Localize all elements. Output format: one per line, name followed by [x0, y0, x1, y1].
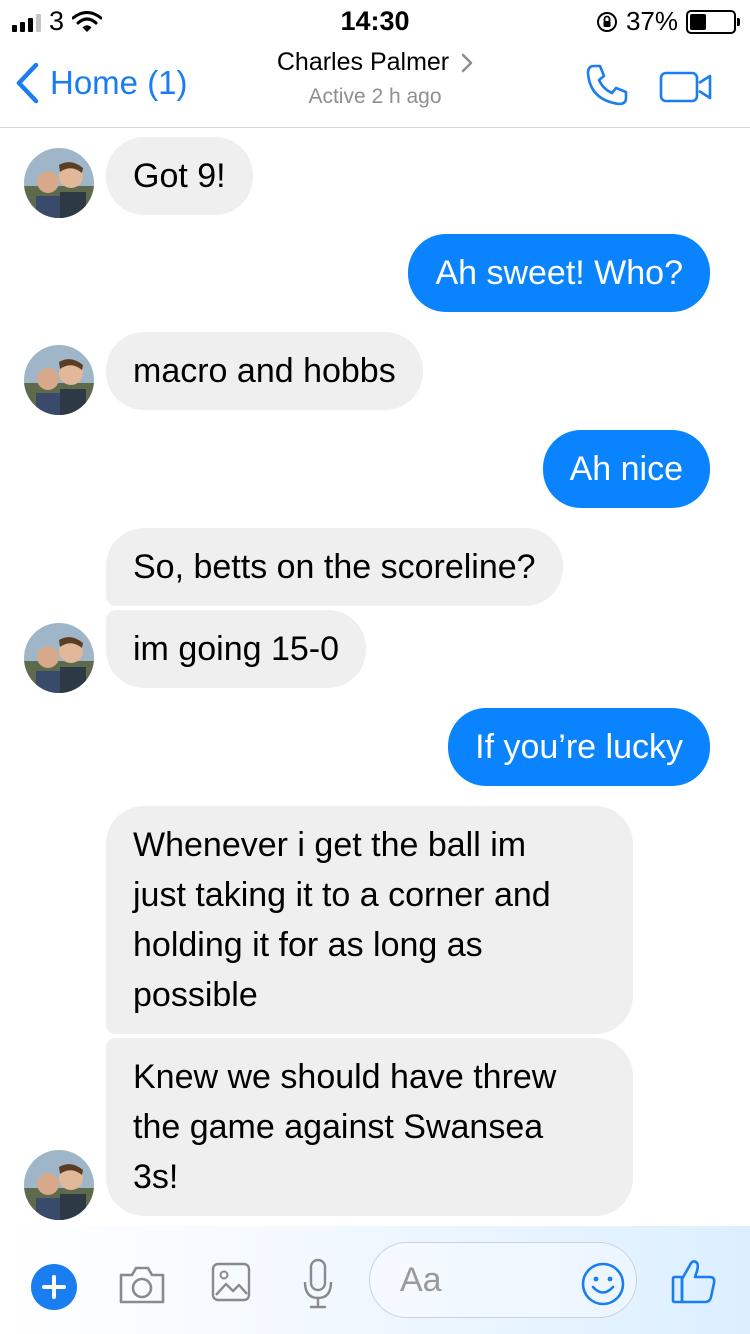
message-line: just taking it to a corner and	[133, 876, 551, 914]
message-line: 3s!	[133, 1158, 179, 1196]
contact-photo-icon	[24, 148, 94, 218]
incoming-message[interactable]: Knew we should have threw the game again…	[106, 1038, 633, 1216]
avatar[interactable]	[24, 148, 94, 218]
message-line: holding it for as long as	[133, 926, 483, 964]
image-icon[interactable]	[211, 1262, 251, 1302]
outgoing-message[interactable]: If you’re lucky	[448, 708, 710, 786]
contact-photo-icon	[24, 1150, 94, 1220]
phone-icon[interactable]	[584, 62, 630, 108]
contact-name-row: Charles Palmer	[277, 48, 473, 77]
battery-fill	[690, 13, 706, 30]
message-line: the game against Swansea	[133, 1108, 544, 1146]
contact-name: Charles Palmer	[276, 48, 450, 76]
incoming-message[interactable]: macro and hobbs	[106, 332, 423, 410]
outgoing-message[interactable]: Ah nice	[542, 430, 710, 508]
outgoing-message[interactable]: Ah sweet! Who?	[408, 234, 710, 312]
back-label: Home (1)	[50, 64, 188, 101]
orientation-lock-icon	[596, 11, 617, 32]
battery-percentage: 37%	[625, 6, 678, 36]
status-right: 37%	[596, 6, 740, 37]
message-thread[interactable]: Got 9! Ah sweet! Who? macro and hobbs Ah…	[0, 129, 750, 1226]
message-input-placeholder: Aa	[400, 1261, 442, 1299]
thumbs-up-icon[interactable]	[670, 1257, 718, 1305]
message-composer: Aa	[0, 1226, 750, 1334]
avatar[interactable]	[24, 623, 94, 693]
message-line: Whenever i get the ball im	[133, 826, 527, 864]
chevron-left-icon	[16, 62, 39, 104]
battery-icon	[686, 9, 740, 34]
incoming-message[interactable]: So, betts on the scoreline?	[106, 528, 563, 606]
incoming-message[interactable]: Whenever i get the ball im just taking i…	[106, 806, 633, 1034]
message-line: Knew we should have threw	[133, 1058, 557, 1096]
plus-icon[interactable]	[31, 1264, 77, 1310]
chevron-right-icon	[461, 53, 473, 72]
incoming-message[interactable]: Got 9!	[106, 137, 253, 215]
back-button[interactable]: Home (1)	[14, 62, 188, 104]
microphone-icon[interactable]	[302, 1258, 334, 1310]
status-bar: 3 14:30 37%	[0, 0, 750, 40]
message-line: possible	[133, 976, 258, 1014]
avatar[interactable]	[24, 345, 94, 415]
contact-active-status: Active 2 h ago	[308, 85, 442, 108]
avatar[interactable]	[24, 1150, 94, 1220]
contact-info[interactable]: Charles Palmer Active 2 h ago	[230, 48, 520, 109]
conversation-header: Home (1) Charles Palmer Active 2 h ago	[0, 40, 750, 128]
incoming-message[interactable]: im going 15-0	[106, 610, 367, 688]
contact-photo-icon	[24, 345, 94, 415]
camera-icon[interactable]	[117, 1264, 167, 1306]
contact-photo-icon	[24, 623, 94, 693]
smiley-icon[interactable]	[580, 1261, 626, 1307]
video-camera-icon[interactable]	[659, 70, 713, 104]
